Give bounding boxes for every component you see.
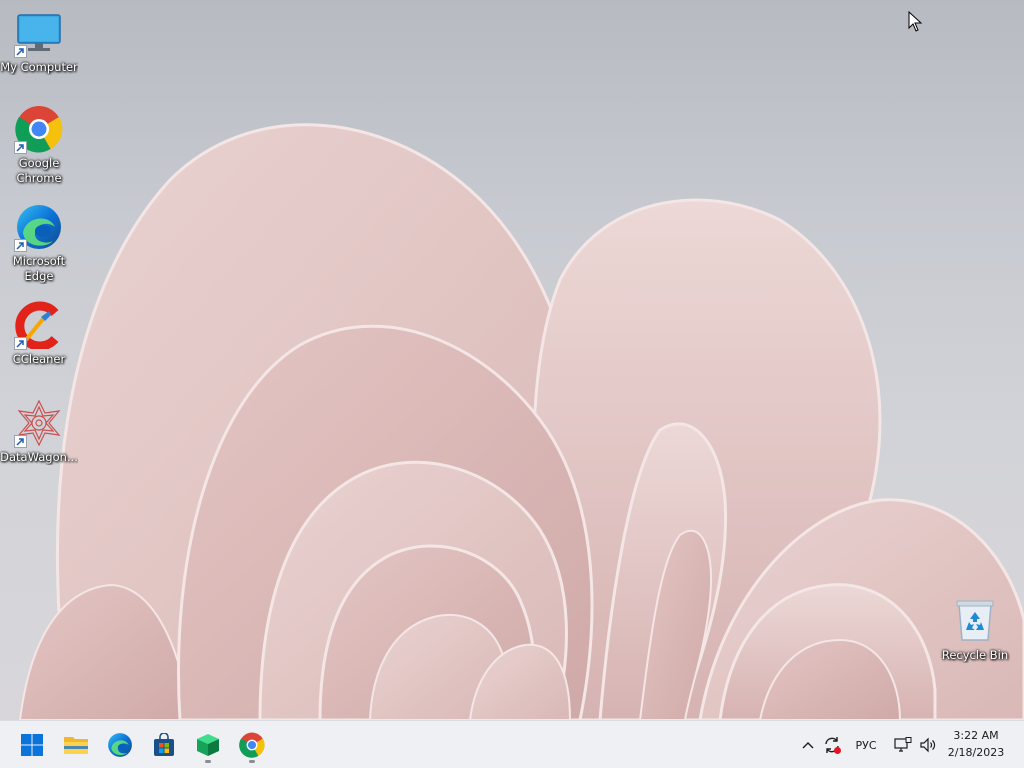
- sync-status-button[interactable]: [820, 721, 844, 768]
- taskbar-file-explorer-button[interactable]: [56, 725, 96, 765]
- network-icon: [894, 737, 912, 752]
- desktop-icon-microsoft-edge[interactable]: Microsoft Edge: [0, 202, 78, 284]
- chrome-icon: [14, 104, 64, 154]
- start-button[interactable]: [12, 725, 52, 765]
- taskbar-app-button[interactable]: [188, 725, 228, 765]
- desktop-icon-label: CCleaner: [12, 352, 66, 366]
- shortcut-arrow-icon: [14, 141, 27, 154]
- monitor-icon: [14, 8, 64, 58]
- show-hidden-icons-button[interactable]: [798, 721, 818, 768]
- sync-icon: [825, 737, 841, 754]
- desktop-icon-ccleaner[interactable]: CCleaner: [0, 300, 78, 367]
- desktop-wallpaper: [0, 0, 1024, 720]
- volume-button[interactable]: [916, 721, 940, 768]
- desktop-icon-label: Microsoft Edge: [12, 254, 66, 283]
- shortcut-arrow-icon: [14, 239, 27, 252]
- desktop-icon-label: My Computer: [0, 60, 78, 74]
- shortcut-arrow-icon: [14, 337, 27, 350]
- taskbar: РУС 3:22 AM 2/18/2023: [0, 720, 1024, 768]
- desktop-icon-label: DataWagon...: [0, 450, 78, 464]
- ccleaner-icon: [14, 300, 64, 350]
- running-indicator: [205, 760, 211, 763]
- datawagon-icon: [14, 398, 64, 448]
- desktop-icon-recycle-bin[interactable]: Recycle Bin: [936, 596, 1014, 663]
- desktop-icon-label: Recycle Bin: [941, 648, 1009, 662]
- running-indicator: [249, 760, 255, 763]
- desktop-icon-my-computer[interactable]: My Computer: [0, 8, 78, 75]
- network-button[interactable]: [892, 721, 914, 768]
- store-icon: [154, 733, 174, 756]
- green-cube-icon: [197, 734, 219, 756]
- folder-icon: [64, 737, 88, 754]
- taskbar-chrome-button[interactable]: [232, 725, 272, 765]
- chevron-up-icon: [802, 742, 814, 749]
- taskbar-store-button[interactable]: [144, 725, 184, 765]
- desktop-icon-google-chrome[interactable]: Google Chrome: [0, 104, 78, 186]
- volume-icon: [920, 737, 936, 753]
- clock-date: 2/18/2023: [947, 746, 1005, 759]
- desktop-icon-label: Google Chrome: [16, 156, 62, 185]
- shortcut-arrow-icon: [14, 45, 27, 58]
- input-language-indicator[interactable]: РУС: [850, 721, 882, 768]
- edge-icon: [14, 202, 64, 252]
- mouse-cursor-icon: [908, 10, 924, 33]
- taskbar-edge-button[interactable]: [100, 725, 140, 765]
- edge-icon: [108, 733, 132, 757]
- windows-start-icon: [21, 734, 43, 756]
- shortcut-arrow-icon: [14, 435, 27, 448]
- taskbar-clock[interactable]: 3:22 AM 2/18/2023: [946, 727, 1006, 761]
- desktop-icon-datawagon[interactable]: DataWagon...: [0, 398, 78, 465]
- clock-time: 3:22 AM: [953, 729, 999, 742]
- chrome-icon: [239, 732, 265, 758]
- recycle-bin-icon: [950, 596, 1000, 646]
